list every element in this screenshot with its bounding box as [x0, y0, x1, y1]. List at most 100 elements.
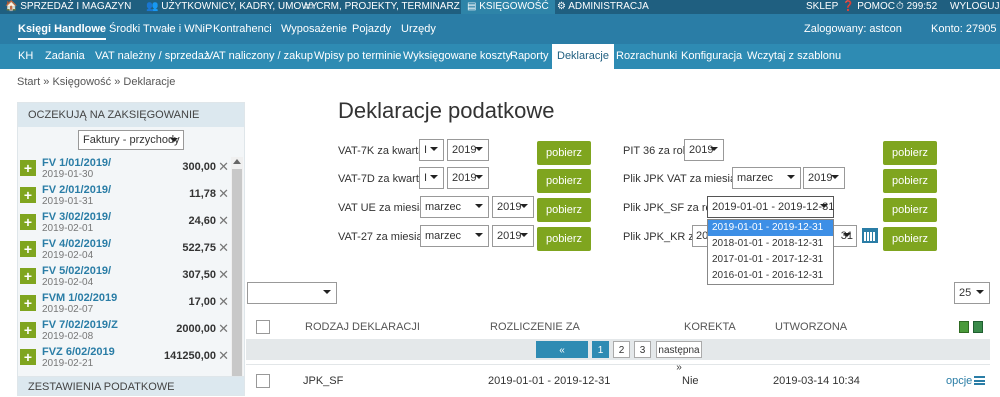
subnav-raporty[interactable]: Raporty — [510, 44, 549, 69]
plus-icon[interactable]: + — [20, 268, 36, 284]
sales-menu[interactable]: 🏠 SPRZEDAŻ I MAGAZYN — [5, 0, 131, 14]
vat27-month-select[interactable]: marzec — [420, 225, 489, 247]
excel-export-icon[interactable] — [959, 321, 969, 333]
jpkvat-download-button[interactable]: pobierz — [883, 169, 937, 193]
subnav-wczytaj-z-szablonu[interactable]: Wczytaj z szablonu — [747, 44, 841, 69]
logout-link[interactable]: WYLOGUJ — [950, 0, 999, 14]
help-link[interactable]: ❓ POMOC — [842, 0, 895, 14]
list-item[interactable]: + FV 7/02/2019/Z 2019-02-08 2000,00 ✕ — [18, 319, 246, 345]
scroll-up-icon[interactable] — [233, 159, 241, 164]
list-item[interactable]: + FV 3/02/2019/ 2019-02-01 24,60 ✕ — [18, 211, 246, 237]
nav-wyposazenie[interactable]: Wyposażenie — [281, 14, 347, 44]
scrollbar-thumb[interactable] — [232, 169, 242, 379]
pit36-download-button[interactable]: pobierz — [883, 141, 937, 165]
jpkvat-year-select[interactable]: 2019 — [803, 167, 845, 189]
subnav-wpisy-po-terminie[interactable]: Wpisy po terminie — [314, 44, 401, 69]
close-icon[interactable]: ✕ — [218, 240, 229, 256]
nav-urzedy[interactable]: Urzędy — [401, 14, 436, 44]
vat7d-download-button[interactable]: pobierz — [537, 169, 591, 193]
list-item[interactable]: + FV 4/02/2019/ 2019-02-04 522,75 ✕ — [18, 238, 246, 264]
list-item[interactable]: + FV 2/01/2019/ 2019-01-31 11,78 ✕ — [18, 184, 246, 210]
dropdown-option[interactable]: 2017-01-01 - 2017-12-31 — [708, 252, 833, 268]
dropdown-option[interactable]: 2018-01-01 - 2018-12-31 — [708, 236, 833, 252]
pit36-year-select[interactable]: 2019 — [684, 139, 724, 161]
nav-kontrahenci[interactable]: Kontrahenci — [213, 14, 272, 44]
close-icon[interactable]: ✕ — [218, 213, 229, 229]
subnav-deklaracje[interactable]: Deklaracje — [552, 44, 614, 69]
vatue-download-button[interactable]: pobierz — [537, 198, 591, 222]
plus-icon[interactable]: + — [20, 295, 36, 311]
subnav-rozrachunki[interactable]: Rozrachunki — [616, 44, 677, 69]
close-icon[interactable]: ✕ — [218, 348, 229, 364]
vat7k-download-button[interactable]: pobierz — [537, 141, 591, 165]
plus-icon[interactable]: + — [20, 349, 36, 365]
invoice-number[interactable]: FV 1/01/2019/ — [42, 157, 111, 169]
vat7k-year-select[interactable]: 2019 — [447, 139, 489, 161]
page-1-button[interactable]: 1 — [592, 341, 609, 358]
close-icon[interactable]: ✕ — [218, 159, 229, 175]
vatue-month-select[interactable]: marzec — [420, 196, 489, 218]
subnav-kh[interactable]: KH — [18, 44, 33, 69]
csv-export-icon[interactable] — [973, 321, 983, 333]
menu-icon[interactable] — [974, 376, 985, 385]
vat27-download-button[interactable]: pobierz — [537, 227, 591, 251]
header-type[interactable]: RODZAJ DEKLARACJI — [305, 321, 420, 333]
header-period[interactable]: ROZLICZENIE ZA — [490, 321, 580, 333]
select-all-checkbox[interactable] — [256, 320, 270, 334]
page-3-button[interactable]: 3 — [634, 341, 651, 358]
vat7k-quarter-select[interactable]: I — [419, 139, 444, 161]
list-item[interactable]: + FVM 1/02/2019 2019-02-07 17,00 ✕ — [18, 292, 246, 318]
subnav-zadania[interactable]: Zadania — [45, 44, 85, 69]
users-menu[interactable]: 👥 UŻYTKOWNICY, KADRY, UMOWY — [146, 0, 317, 14]
jpksf-period-dropdown[interactable]: 2019-01-01 - 2019-12-31 2018-01-01 - 201… — [707, 219, 834, 285]
jpksf-period-select[interactable]: 2019-01-01 - 2019-12-31 — [707, 196, 834, 218]
row-checkbox[interactable] — [256, 374, 270, 388]
jpksf-download-button[interactable]: pobierz — [883, 198, 937, 222]
nav-srodki-trwale[interactable]: Środki Trwałe i WNiP — [109, 14, 212, 44]
subnav-vat-nalezny[interactable]: VAT należny / sprzedaż — [95, 44, 209, 69]
list-item[interactable]: + FV 5/02/2019/ 2019-02-04 307,50 ✕ — [18, 265, 246, 291]
tax-summaries-header[interactable]: ZESTAWIENIA PODATKOWE — [17, 376, 245, 396]
plus-icon[interactable]: + — [20, 241, 36, 257]
dropdown-option[interactable]: 2016-01-01 - 2016-12-31 — [708, 268, 833, 284]
close-icon[interactable]: ✕ — [218, 186, 229, 202]
plus-icon[interactable]: + — [20, 187, 36, 203]
invoice-number[interactable]: FV 5/02/2019/ — [42, 265, 111, 277]
jpkvat-month-select[interactable]: marzec — [732, 167, 801, 189]
dropdown-option[interactable]: 2019-01-01 - 2019-12-31 — [708, 220, 833, 236]
invoice-number[interactable]: FV 4/02/2019/ — [42, 238, 111, 250]
plus-icon[interactable]: + — [20, 214, 36, 230]
invoice-number[interactable]: FVM 1/02/2019 — [42, 292, 117, 304]
list-item[interactable]: + FV 1/01/2019/ 2019-01-30 300,00 ✕ — [18, 157, 246, 183]
admin-menu[interactable]: ⚙ ADMINISTRACJA — [557, 0, 649, 14]
plus-icon[interactable]: + — [20, 160, 36, 176]
vat7d-year-select[interactable]: 2019 — [447, 167, 489, 189]
accounting-menu[interactable]: ▤ KSIĘGOWOŚĆ — [461, 0, 555, 14]
header-created[interactable]: UTWORZONA — [775, 321, 847, 333]
vatue-year-select[interactable]: 2019 — [492, 196, 534, 218]
declaration-filter-select[interactable] — [247, 282, 337, 304]
row-options-link[interactable]: opcje — [946, 375, 972, 387]
nav-pojazdy[interactable]: Pojazdy — [352, 14, 391, 44]
invoice-type-select[interactable]: Faktury - przychody — [78, 130, 184, 150]
close-icon[interactable]: ✕ — [218, 321, 229, 337]
prev-page-button[interactable]: « poprzednia — [536, 341, 588, 373]
per-page-select[interactable]: 25 — [954, 282, 990, 304]
sidebar-scrollbar[interactable] — [231, 157, 243, 383]
list-item[interactable]: + FVZ 6/02/2019 2019-02-21 141250,00 ✕ — [18, 346, 246, 372]
invoice-number[interactable]: FVZ 6/02/2019 — [42, 346, 115, 358]
crm-menu[interactable]: ▭ CRM, PROJEKTY, TERMINARZ — [304, 0, 460, 14]
header-correction[interactable]: KOREKTA — [684, 321, 736, 333]
invoice-number[interactable]: FV 2/01/2019/ — [42, 184, 111, 196]
calendar-icon[interactable] — [862, 228, 878, 243]
vat7d-quarter-select[interactable]: I — [419, 167, 444, 189]
subnav-vat-naliczony[interactable]: VAT naliczony / zakup — [206, 44, 313, 69]
close-icon[interactable]: ✕ — [218, 267, 229, 283]
invoice-number[interactable]: FV 7/02/2019/Z — [42, 319, 118, 331]
close-icon[interactable]: ✕ — [218, 294, 229, 310]
subnav-wyksiegowane-koszty[interactable]: Wyksięgowane koszty — [403, 44, 511, 69]
next-page-button[interactable]: następna » — [656, 341, 702, 373]
page-2-button[interactable]: 2 — [613, 341, 630, 358]
jpkkr-download-button[interactable]: pobierz — [883, 227, 937, 251]
invoice-number[interactable]: FV 3/02/2019/ — [42, 211, 111, 223]
